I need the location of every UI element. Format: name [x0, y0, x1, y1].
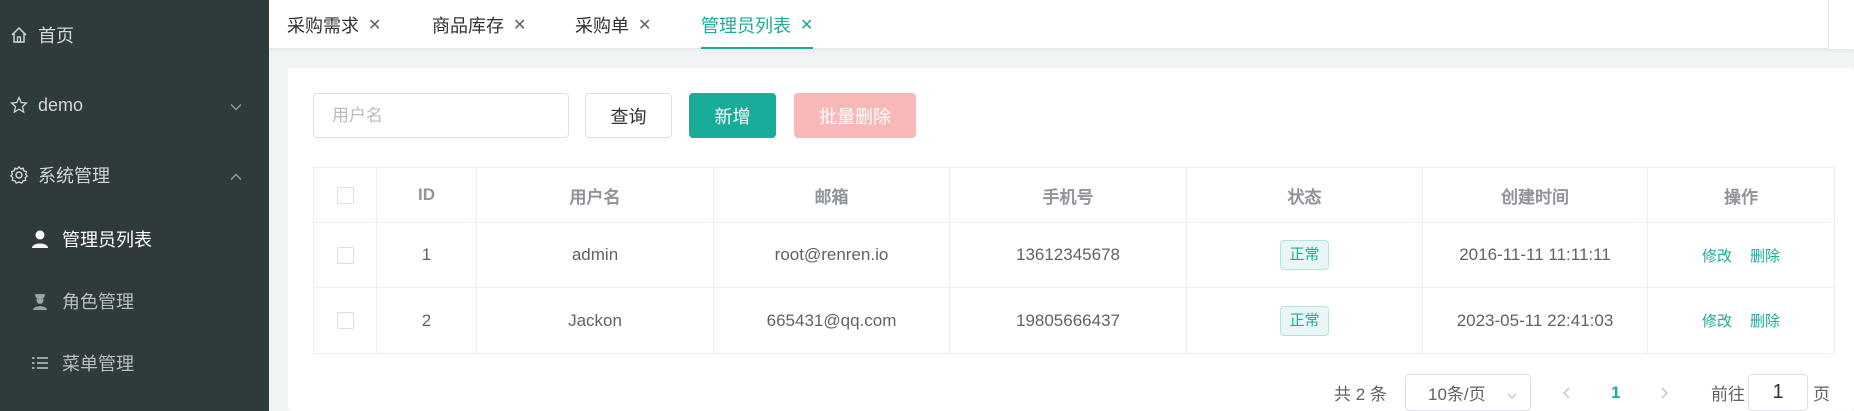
sidebar: 首页 demo 系统管理 管理员列表 角色管理 菜单管理 — [0, 0, 269, 411]
created-cell: 2023-05-11 22:41:03 — [1423, 288, 1648, 353]
tabs-more-area — [1828, 0, 1854, 49]
sidebar-item-label: 管理员列表 — [62, 230, 152, 250]
page-size-value: 10条/页 — [1428, 385, 1486, 404]
column-header: 邮箱 — [714, 168, 950, 222]
sidebar-item-role[interactable]: 角色管理 — [30, 288, 134, 314]
tab-admin-list[interactable]: 管理员列表 ✕ — [701, 0, 814, 49]
edit-link[interactable]: 修改 — [1702, 310, 1732, 331]
query-button[interactable]: 查询 — [585, 93, 672, 138]
list-icon — [30, 353, 50, 373]
gear-icon — [8, 164, 30, 186]
delete-link[interactable]: 删除 — [1750, 310, 1780, 331]
tab-purchase-order[interactable]: 采购单 ✕ — [575, 0, 651, 49]
status-badge: 正常 — [1280, 240, 1329, 270]
username-cell: Jackon — [477, 288, 714, 353]
goto-label: 前往 — [1711, 385, 1745, 404]
column-header: 创建时间 — [1423, 168, 1648, 222]
table-row: 1 admin root@renren.io 13612345678 正常 20… — [314, 223, 1834, 288]
sidebar-item-label: demo — [38, 94, 84, 115]
column-header: 操作 — [1724, 187, 1758, 207]
table-row: 2 Jackon 665431@qq.com 19805666437 正常 20… — [314, 288, 1834, 353]
sidebar-item-label: 首页 — [38, 26, 74, 46]
sidebar-item-demo[interactable]: demo — [0, 84, 269, 126]
status-cell: 正常 — [1187, 288, 1423, 353]
tab-label: 商品库存 — [432, 15, 504, 36]
phone-cell: 13612345678 — [950, 223, 1187, 287]
status-cell: 正常 — [1187, 223, 1423, 287]
next-page-button[interactable] — [1657, 374, 1671, 411]
tab-label: 管理员列表 — [701, 15, 791, 36]
close-icon[interactable]: ✕ — [368, 15, 381, 35]
row-checkbox[interactable] — [336, 246, 354, 264]
status-badge: 正常 — [1280, 305, 1329, 336]
tab-label: 采购需求 — [287, 15, 359, 36]
goto-page-input[interactable]: 1 — [1748, 374, 1808, 411]
sidebar-item-menu[interactable]: 菜单管理 — [30, 350, 134, 376]
role-icon — [30, 291, 50, 311]
tab-purchase-demand[interactable]: 采购需求 ✕ — [287, 0, 381, 49]
chevron-up-icon — [229, 168, 243, 182]
header-select-cell — [314, 168, 377, 222]
star-icon — [8, 94, 30, 116]
edit-link[interactable]: 修改 — [1702, 245, 1732, 266]
tabs-bar: 采购需求 ✕ 商品库存 ✕ 采购单 ✕ 管理员列表 ✕ — [269, 0, 1854, 49]
select-cell — [314, 288, 377, 353]
id-cell: 1 — [377, 223, 477, 287]
column-header: 状态 — [1187, 168, 1423, 222]
close-icon[interactable]: ✕ — [513, 15, 526, 35]
created-cell: 2016-11-11 11:11:11 — [1423, 223, 1648, 287]
email-cell: 665431@qq.com — [714, 288, 950, 353]
page-suffix: 页 — [1813, 385, 1830, 404]
actions-cell: 修改 删除 — [1648, 288, 1834, 353]
phone-cell: 19805666437 — [950, 288, 1187, 353]
add-button[interactable]: 新增 — [689, 93, 776, 138]
email-cell: root@renren.io — [714, 223, 950, 287]
batch-delete-button[interactable]: 批量删除 — [794, 93, 916, 138]
row-checkbox[interactable] — [336, 312, 354, 329]
select-all-checkbox[interactable] — [336, 186, 354, 204]
pagination-total: 共 2 条 — [1334, 385, 1387, 404]
sidebar-item-admin-list[interactable]: 管理员列表 — [30, 226, 152, 252]
tab-inventory[interactable]: 商品库存 ✕ — [432, 0, 526, 49]
chevron-down-icon — [229, 98, 243, 112]
sidebar-item-system[interactable]: 系统管理 — [0, 154, 269, 196]
close-icon[interactable]: ✕ — [800, 15, 813, 35]
sidebar-item-home[interactable]: 首页 — [0, 14, 269, 56]
select-cell — [314, 223, 377, 287]
username-search-input[interactable] — [313, 93, 569, 138]
column-header: ID — [377, 168, 477, 222]
actions-cell: 修改 删除 — [1648, 223, 1834, 287]
home-icon — [8, 24, 30, 46]
admin-table: ID 用户名 邮箱 手机号 状态 创建时间 操作 1 admin root@re… — [313, 167, 1835, 354]
prev-page-button[interactable] — [1560, 374, 1574, 411]
chevron-right-icon — [1661, 386, 1669, 399]
chevron-left-icon — [1562, 386, 1570, 399]
page-number-current[interactable]: 1 — [1611, 374, 1620, 411]
user-icon — [30, 229, 50, 249]
sidebar-item-label: 角色管理 — [62, 292, 134, 312]
sidebar-item-label: 菜单管理 — [62, 354, 134, 374]
page-size-select[interactable]: 10条/页 — [1405, 374, 1531, 411]
id-cell: 2 — [377, 288, 477, 353]
column-header: 用户名 — [477, 168, 714, 222]
tab-label: 采购单 — [575, 15, 629, 36]
delete-link[interactable]: 删除 — [1750, 245, 1780, 266]
column-header: 手机号 — [950, 168, 1187, 222]
sidebar-item-label: 系统管理 — [38, 166, 110, 186]
username-cell: admin — [477, 223, 714, 287]
close-icon[interactable]: ✕ — [638, 15, 651, 35]
chevron-down-icon — [1506, 387, 1518, 399]
table-header-row: ID 用户名 邮箱 手机号 状态 创建时间 操作 — [314, 168, 1834, 223]
